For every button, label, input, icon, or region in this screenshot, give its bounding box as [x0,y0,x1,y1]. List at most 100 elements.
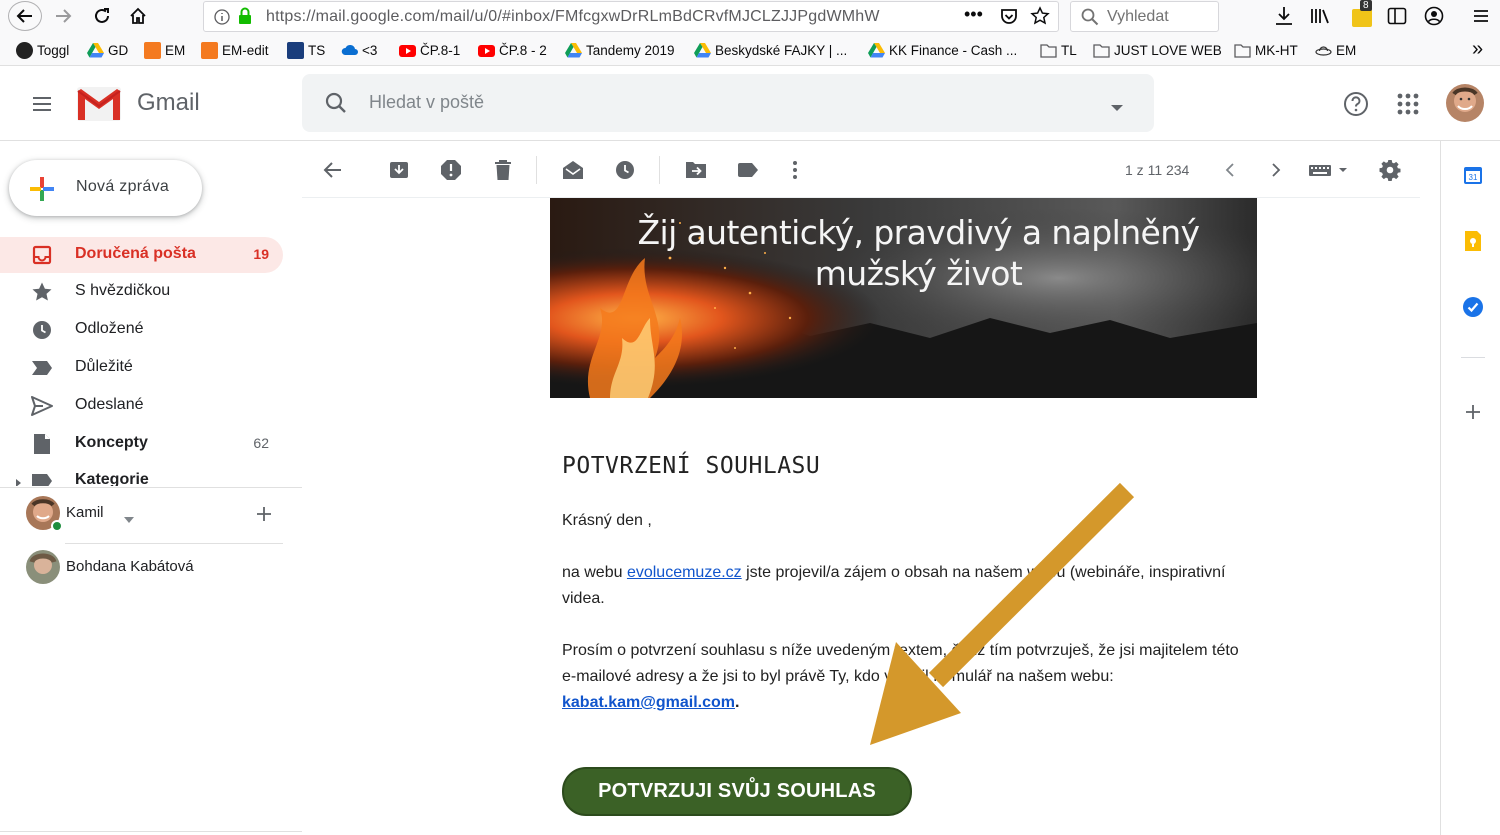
report-spam-button[interactable] [438,157,464,183]
menu-button[interactable] [1468,4,1494,28]
bookmark-item[interactable]: GD [87,41,128,59]
settings-button[interactable] [1377,157,1403,183]
gmail-logo-icon [77,87,121,121]
pocket-icon[interactable] [999,7,1019,32]
snooze-button[interactable] [612,157,638,183]
bookmark-item[interactable]: Beskydské FAJKY | ... [694,41,847,59]
bookmark-folder[interactable]: MK-HT [1234,41,1298,59]
forward-arrow-icon [56,9,72,23]
youtube-icon [478,44,495,57]
paragraph-text: Prosím o potvrzení souhlasu s níže uvede… [562,642,1239,685]
tasks-button[interactable] [1462,296,1484,318]
chart-icon [287,41,304,59]
pagination-text: 1 z 11 234 [1125,162,1190,178]
mail-search-box[interactable]: Hledat v poště [302,74,1154,132]
bookmark-label: TL [1061,42,1077,58]
forward-button[interactable] [49,3,77,29]
move-to-icon [686,162,706,178]
url-bar[interactable]: https://mail.google.com/mail/u/0/#inbox/… [203,1,1059,32]
reload-button[interactable] [88,3,116,29]
bookmark-item[interactable]: EM-edit [201,41,269,59]
toolbar-separator [536,156,537,184]
downloads-button[interactable] [1271,4,1297,28]
add-contact-icon[interactable] [256,506,272,527]
sidebar-toggle-button[interactable] [1384,4,1410,28]
bookmark-item[interactable]: EM [144,41,185,59]
bookmark-item[interactable]: Toggl [16,41,69,59]
help-button[interactable] [1343,91,1369,122]
calendar-button[interactable]: 31 [1462,164,1484,186]
main-menu-button[interactable] [30,92,54,116]
bookmark-item[interactable]: KK Finance - Cash ... [868,41,1017,59]
chevron-left-icon [1225,163,1234,177]
bookmark-star-icon[interactable] [1030,6,1050,31]
search-options-icon[interactable] [1110,99,1124,117]
bookmark-folder[interactable]: TL [1040,41,1077,59]
more-button[interactable] [782,157,808,183]
bookmark-item[interactable]: <3 [341,41,377,59]
bookmark-item[interactable]: ČP.8 - 2 [478,41,547,59]
back-button[interactable] [8,1,42,31]
mark-unread-button[interactable] [560,157,586,183]
keyboard-icon [1309,165,1347,176]
nav-inbox[interactable]: Doručená pošta 19 [0,237,283,273]
mark-unread-icon [563,161,583,179]
google-drive-icon [565,42,582,57]
delete-button[interactable] [490,157,516,183]
browser-search-bar[interactable]: Vyhledat [1070,1,1219,32]
info-icon[interactable] [214,9,230,30]
bookmarks-overflow-icon[interactable]: » [1472,38,1483,61]
search-icon[interactable] [324,91,348,120]
labels-button[interactable] [735,157,761,183]
apps-button[interactable] [1397,93,1419,120]
nav-sent[interactable]: Odeslané [0,388,283,424]
paragraph-text: na webu [562,564,627,581]
newer-button[interactable] [1217,157,1243,183]
orange-app-icon [201,41,218,59]
get-addons-button[interactable] [1462,401,1484,423]
move-to-button[interactable] [683,157,709,183]
toggl-icon [16,41,33,59]
library-button[interactable] [1308,4,1334,28]
more-actions-icon[interactable]: ••• [964,4,983,25]
nav-categories[interactable]: Kategorie [0,468,283,486]
keep-button[interactable] [1462,230,1484,252]
gmail-logo[interactable] [77,87,121,126]
contact-name: Bohdana Kabátová [66,558,194,575]
input-tools-button[interactable] [1306,157,1352,183]
clock-icon [30,318,54,342]
bookmark-item[interactable]: ČP.8-1 [399,41,460,59]
account-button[interactable] [1421,4,1447,28]
back-to-inbox-button[interactable] [320,157,346,183]
folder-icon [1234,43,1251,58]
confirm-consent-button[interactable]: POTVRZUJI SVŮJ SOUHLAS [562,767,912,816]
account-avatar[interactable] [1446,84,1484,122]
nav-important[interactable]: Důležité [0,350,283,386]
older-button[interactable] [1263,157,1289,183]
bookmark-label: <3 [362,42,378,58]
extension-button[interactable]: 8 [1347,0,1377,28]
bookmark-folder[interactable]: JUST LOVE WEB [1093,41,1222,59]
nav-snoozed[interactable]: Odložené [0,312,283,348]
nav-label: Koncepty [75,434,148,451]
lock-icon [237,7,253,30]
nav-drafts[interactable]: Koncepty 62 [0,426,283,462]
bookmark-item[interactable]: Tandemy 2019 [565,41,675,59]
compose-button[interactable]: Nová zpráva [9,160,202,216]
arrow-back-icon [323,162,341,178]
home-button[interactable] [124,3,152,29]
nav-starred[interactable]: S hvězdičkou [0,274,283,310]
hangouts-contact[interactable]: Bohdana Kabátová [26,550,282,584]
sidebar-bottom-divider [0,831,302,832]
archive-button[interactable] [386,157,412,183]
bookmark-item[interactable]: EM [1315,41,1356,59]
hangouts-me[interactable]: Kamil [26,496,282,532]
email-address-link[interactable]: kabat.kam@gmail.com [562,694,735,711]
cloud-icon [341,44,358,55]
website-link[interactable]: evolucemuze.cz [627,564,742,581]
account-icon [1424,6,1444,26]
bookmark-item[interactable]: TS [287,41,325,59]
expand-arrow-icon[interactable] [15,475,22,486]
side-panel: 31 [1440,141,1500,835]
status-dropdown-icon[interactable] [124,510,134,528]
